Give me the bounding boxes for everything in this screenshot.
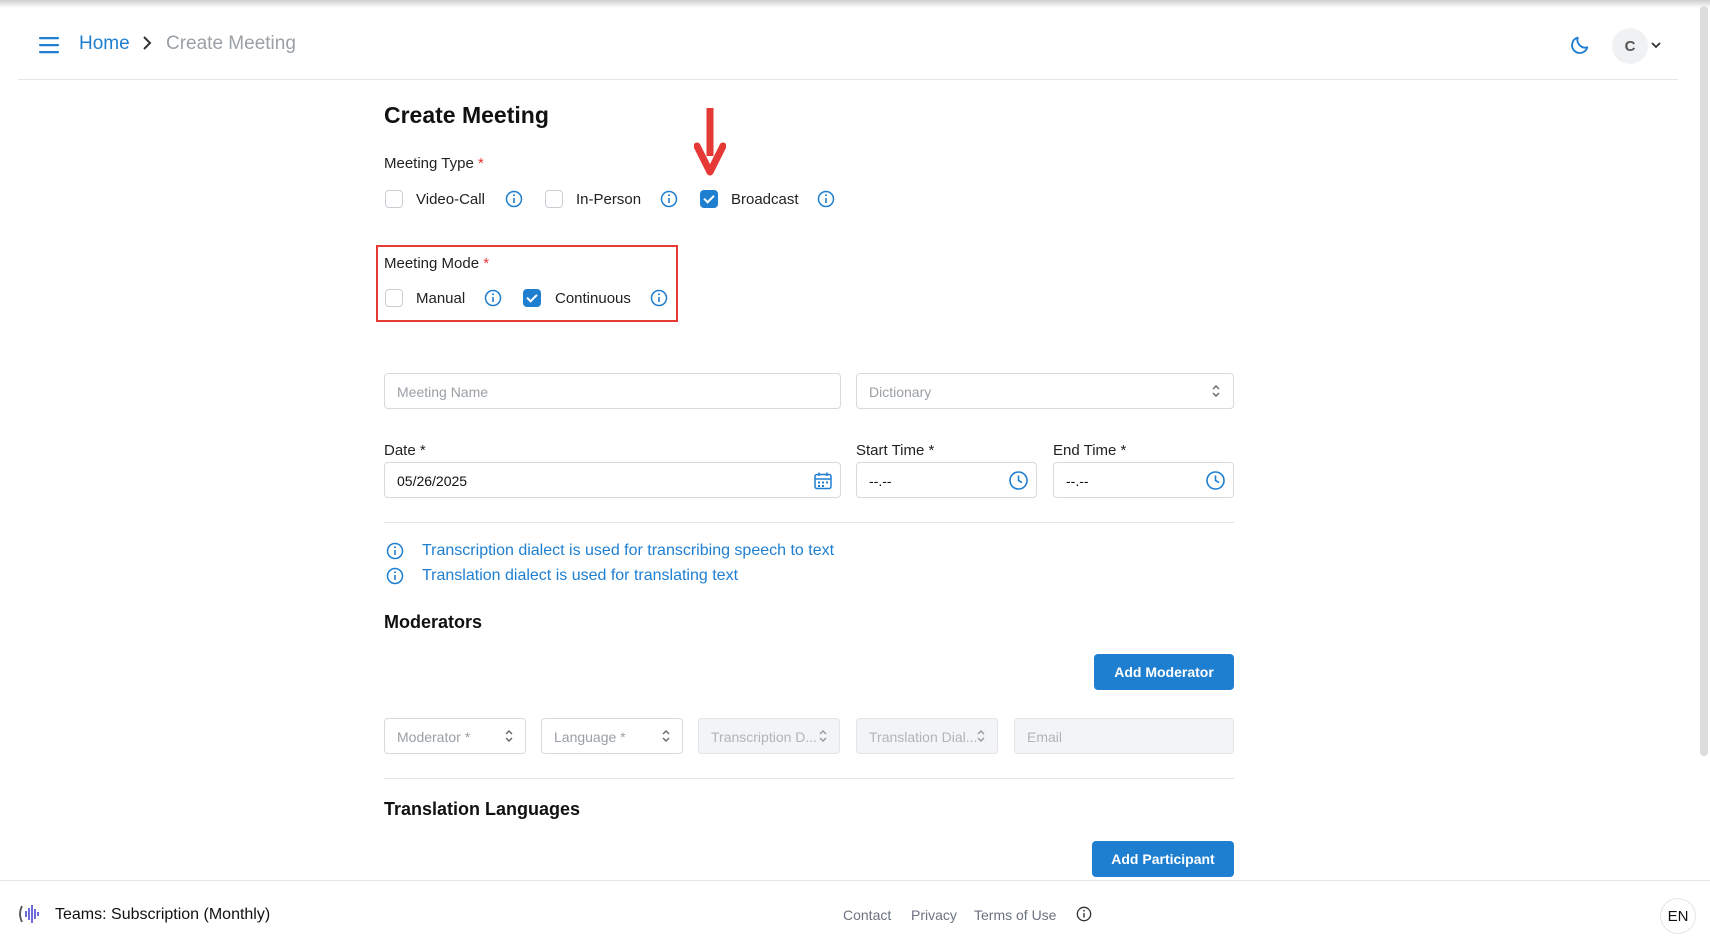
- in-person-label: In-Person: [576, 191, 642, 208]
- calendar-icon[interactable]: [813, 471, 833, 491]
- header-divider: [18, 79, 1678, 80]
- continuous-label: Continuous: [555, 290, 631, 307]
- language-placeholder: Language *: [554, 729, 626, 745]
- language-select[interactable]: Language *: [541, 718, 683, 754]
- manual-label: Manual: [416, 290, 466, 307]
- end-time-input[interactable]: --.--: [1053, 462, 1234, 498]
- section-divider: [384, 522, 1234, 523]
- info-icon: [386, 542, 404, 560]
- start-time-label: Start Time *: [856, 442, 935, 459]
- privacy-link[interactable]: Privacy: [911, 907, 957, 923]
- transcription-dialect-select: Transcription D...: [698, 718, 840, 754]
- dictionary-select[interactable]: Dictionary: [856, 373, 1234, 409]
- info-icon[interactable]: [817, 190, 835, 208]
- transcription-note: Transcription dialect is used for transc…: [422, 542, 835, 559]
- add-moderator-button[interactable]: Add Moderator: [1094, 654, 1234, 690]
- broadcast-checkbox[interactable]: [700, 190, 718, 208]
- translation-languages-heading: Translation Languages: [384, 799, 581, 819]
- email-placeholder: Email: [1027, 729, 1063, 745]
- end-time-label: End Time *: [1053, 442, 1127, 459]
- translation-dialect-placeholder: Translation Dial...: [869, 729, 978, 745]
- language-switcher[interactable]: EN: [1660, 898, 1696, 934]
- translation-dialect-select: Translation Dial...: [856, 718, 998, 754]
- chevron-down-icon[interactable]: [1650, 40, 1662, 50]
- chevron-right-icon: [143, 36, 152, 50]
- select-arrows-icon: [505, 730, 513, 742]
- meeting-name-input[interactable]: Meeting Name: [384, 373, 841, 409]
- info-icon[interactable]: [660, 190, 678, 208]
- info-icon[interactable]: [484, 289, 502, 307]
- meeting-type-label: Meeting Type *: [384, 155, 484, 172]
- transcription-dialect-placeholder: Transcription D...: [711, 729, 818, 745]
- video-call-checkbox[interactable]: [385, 190, 403, 208]
- start-time-input[interactable]: --.--: [856, 462, 1037, 498]
- translation-note: Translation dialect is used for translat…: [422, 567, 739, 584]
- date-label: Date *: [384, 442, 426, 459]
- info-icon[interactable]: [1076, 906, 1092, 922]
- info-icon: [386, 567, 404, 585]
- scrollbar-thumb[interactable]: [1700, 6, 1708, 756]
- info-icon[interactable]: [505, 190, 523, 208]
- hamburger-menu-icon[interactable]: [38, 36, 60, 54]
- moderators-heading: Moderators: [384, 612, 483, 632]
- select-arrows-icon: [819, 730, 827, 742]
- broadcast-label: Broadcast: [731, 191, 799, 208]
- dictionary-placeholder: Dictionary: [869, 384, 932, 400]
- date-input[interactable]: 05/26/2025: [384, 462, 841, 498]
- app-logo-icon: [19, 905, 39, 923]
- contact-link[interactable]: Contact: [843, 907, 891, 923]
- meeting-name-placeholder: Meeting Name: [397, 384, 489, 400]
- page-title: Create Meeting: [384, 102, 549, 128]
- clock-icon[interactable]: [1205, 470, 1226, 491]
- end-time-value: --.--: [1066, 473, 1089, 489]
- user-avatar[interactable]: C: [1612, 28, 1648, 64]
- red-arrow-annotation-icon: [694, 108, 726, 176]
- breadcrumb-current: Create Meeting: [166, 33, 296, 54]
- manual-checkbox[interactable]: [385, 289, 403, 307]
- breadcrumb-home-link[interactable]: Home: [79, 33, 130, 55]
- select-arrows-icon: [662, 730, 670, 742]
- select-arrows-icon: [977, 730, 985, 742]
- video-call-label: Video-Call: [416, 191, 485, 208]
- start-time-value: --.--: [869, 473, 892, 489]
- continuous-checkbox[interactable]: [523, 289, 541, 307]
- select-arrows-icon: [1212, 385, 1220, 397]
- terms-of-use-link[interactable]: Terms of Use: [974, 907, 1056, 923]
- subscription-plan: Teams: Subscription (Monthly): [55, 906, 271, 923]
- info-icon[interactable]: [650, 289, 668, 307]
- in-person-checkbox[interactable]: [545, 190, 563, 208]
- email-field: Email: [1014, 718, 1234, 754]
- moderator-select[interactable]: Moderator *: [384, 718, 526, 754]
- dark-mode-moon-icon[interactable]: [1569, 34, 1591, 56]
- add-participant-button[interactable]: Add Participant: [1092, 841, 1234, 877]
- date-value: 05/26/2025: [397, 473, 468, 489]
- moderator-placeholder: Moderator *: [397, 729, 471, 745]
- section-divider: [384, 778, 1234, 779]
- clock-icon[interactable]: [1008, 470, 1029, 491]
- meeting-mode-label: Meeting Mode *: [384, 255, 490, 272]
